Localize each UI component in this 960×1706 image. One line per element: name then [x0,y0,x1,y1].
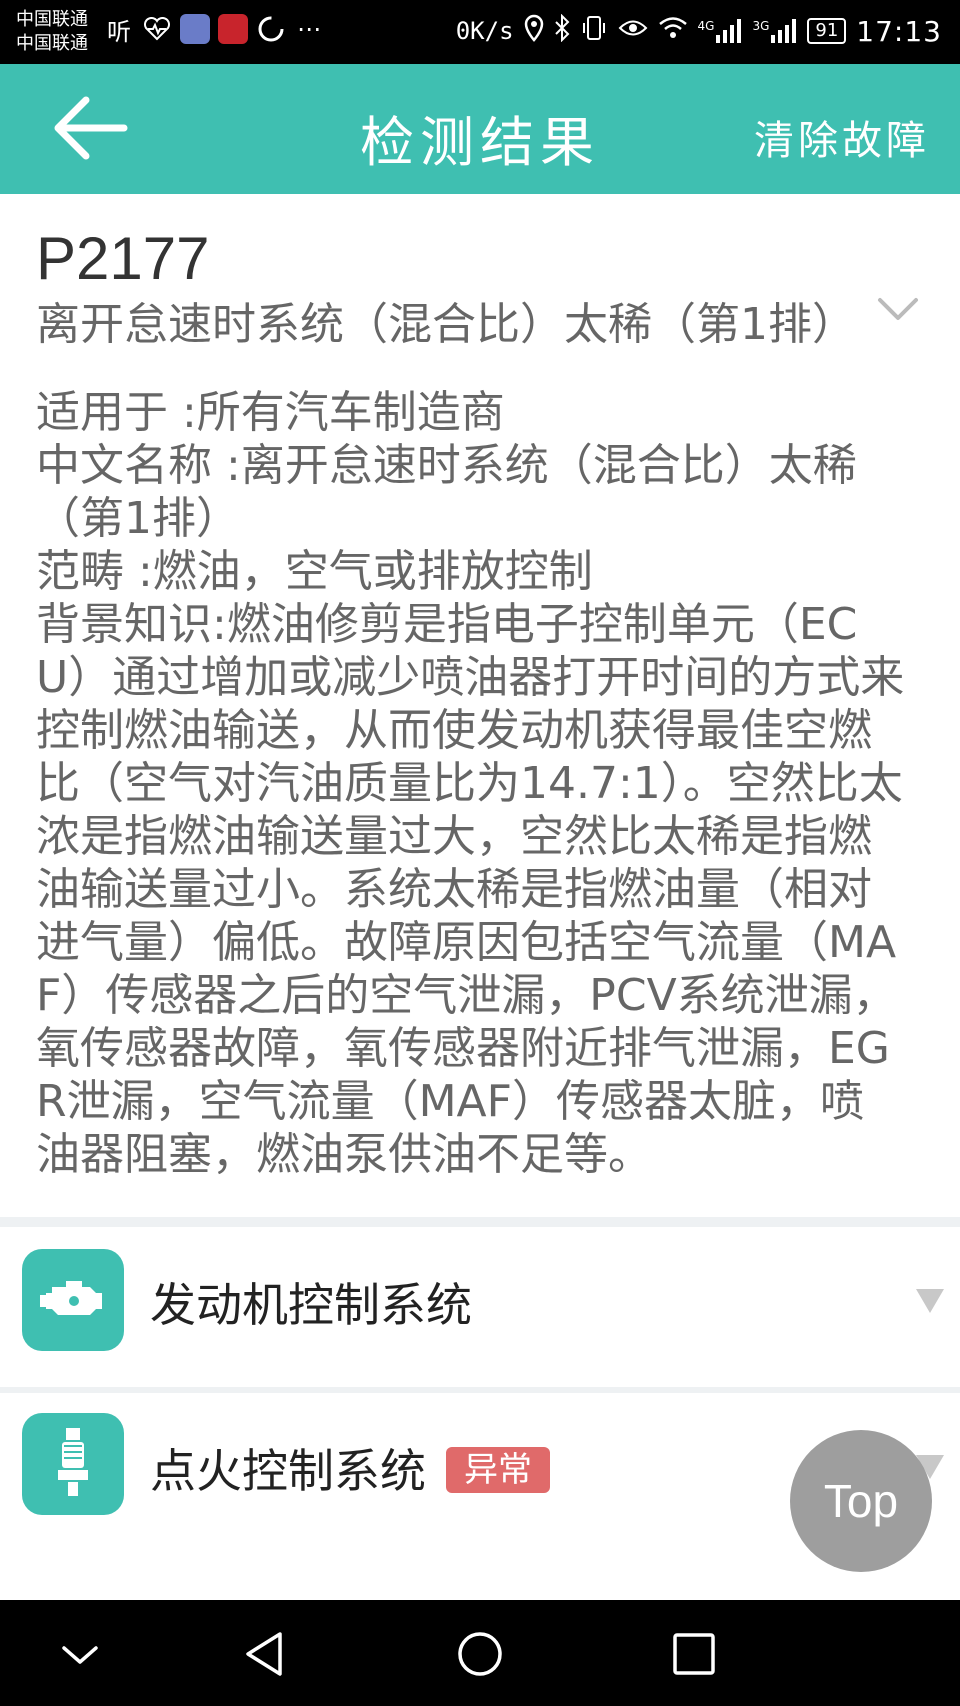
main-content: P2177 离开怠速时系统（混合比）太稀（第1排） 适用于 :所有汽车制造商 中… [0,194,960,1553]
eye-icon [618,17,648,45]
triangle-down-icon[interactable] [916,1289,944,1313]
fault-code-card[interactable]: P2177 离开怠速时系统（混合比）太稀（第1排） 适用于 :所有汽车制造商 中… [0,194,960,1217]
network-speed: 0K/s [455,17,514,45]
system-indicators: 0K/s 4G 3G 91 17:13 [455,13,942,48]
system-label: 发动机控制系统 [150,1278,472,1332]
abnormal-badge: 异常 [446,1447,550,1493]
vibrate-icon [580,14,608,48]
scroll-to-top-button[interactable]: Top [790,1430,932,1572]
bluetooth-icon [554,13,570,48]
recent-apps-icon[interactable] [662,1622,726,1686]
signal-3g-icon: 3G [752,19,797,43]
back-triangle-icon[interactable] [234,1622,298,1686]
chevron-down-icon[interactable] [876,294,920,324]
tiger-app-icon [218,14,248,44]
status-bar: 中国联通 中国联通 听 ⋯ 0K/s 4G 3G 91 17:13 [0,0,960,64]
signal-3g-label: 3G [752,19,770,33]
fault-code: P2177 [36,225,210,292]
system-row-engine[interactable]: 发动机控制系统 [0,1227,960,1387]
listen-icon: 听 [107,17,131,46]
signal-4g-label: 4G [697,19,715,33]
video-app-icon [180,14,210,44]
home-circle-icon[interactable] [448,1622,512,1686]
fault-detail-text: 适用于 :所有汽车制造商 中文名称 :离开怠速时系统（混合比）太稀（第1排） 范… [36,387,905,1180]
app-header: 检测结果 清除故障 [0,64,960,194]
battery-indicator: 91 [807,18,847,44]
system-label-text: 点火控制系统 [150,1444,426,1498]
more-icon: ⋯ [297,15,321,43]
signal-4g-icon: 4G [698,19,743,43]
spark-plug-icon [22,1413,124,1515]
wifi-icon [658,16,688,46]
fault-short-description: 离开怠速时系统（混合比）太稀（第1排） [36,299,856,350]
carrier-2: 中国联通 [16,33,88,54]
notification-icons: 听 ⋯ [104,14,324,46]
carrier-info: 中国联通 中国联通 [16,8,88,56]
carrier-1: 中国联通 [16,9,88,30]
location-icon [524,14,544,48]
clock: 17:13 [856,14,942,48]
navigation-bar [0,1600,960,1706]
heart-pulse-icon [142,14,172,44]
hide-keyboard-icon[interactable] [48,1622,112,1686]
system-label: 点火控制系统 异常 [150,1435,550,1501]
engine-icon [22,1249,124,1351]
loading-circle-icon [256,14,286,44]
clear-fault-button[interactable]: 清除故障 [754,108,930,166]
section-divider [0,1217,960,1227]
